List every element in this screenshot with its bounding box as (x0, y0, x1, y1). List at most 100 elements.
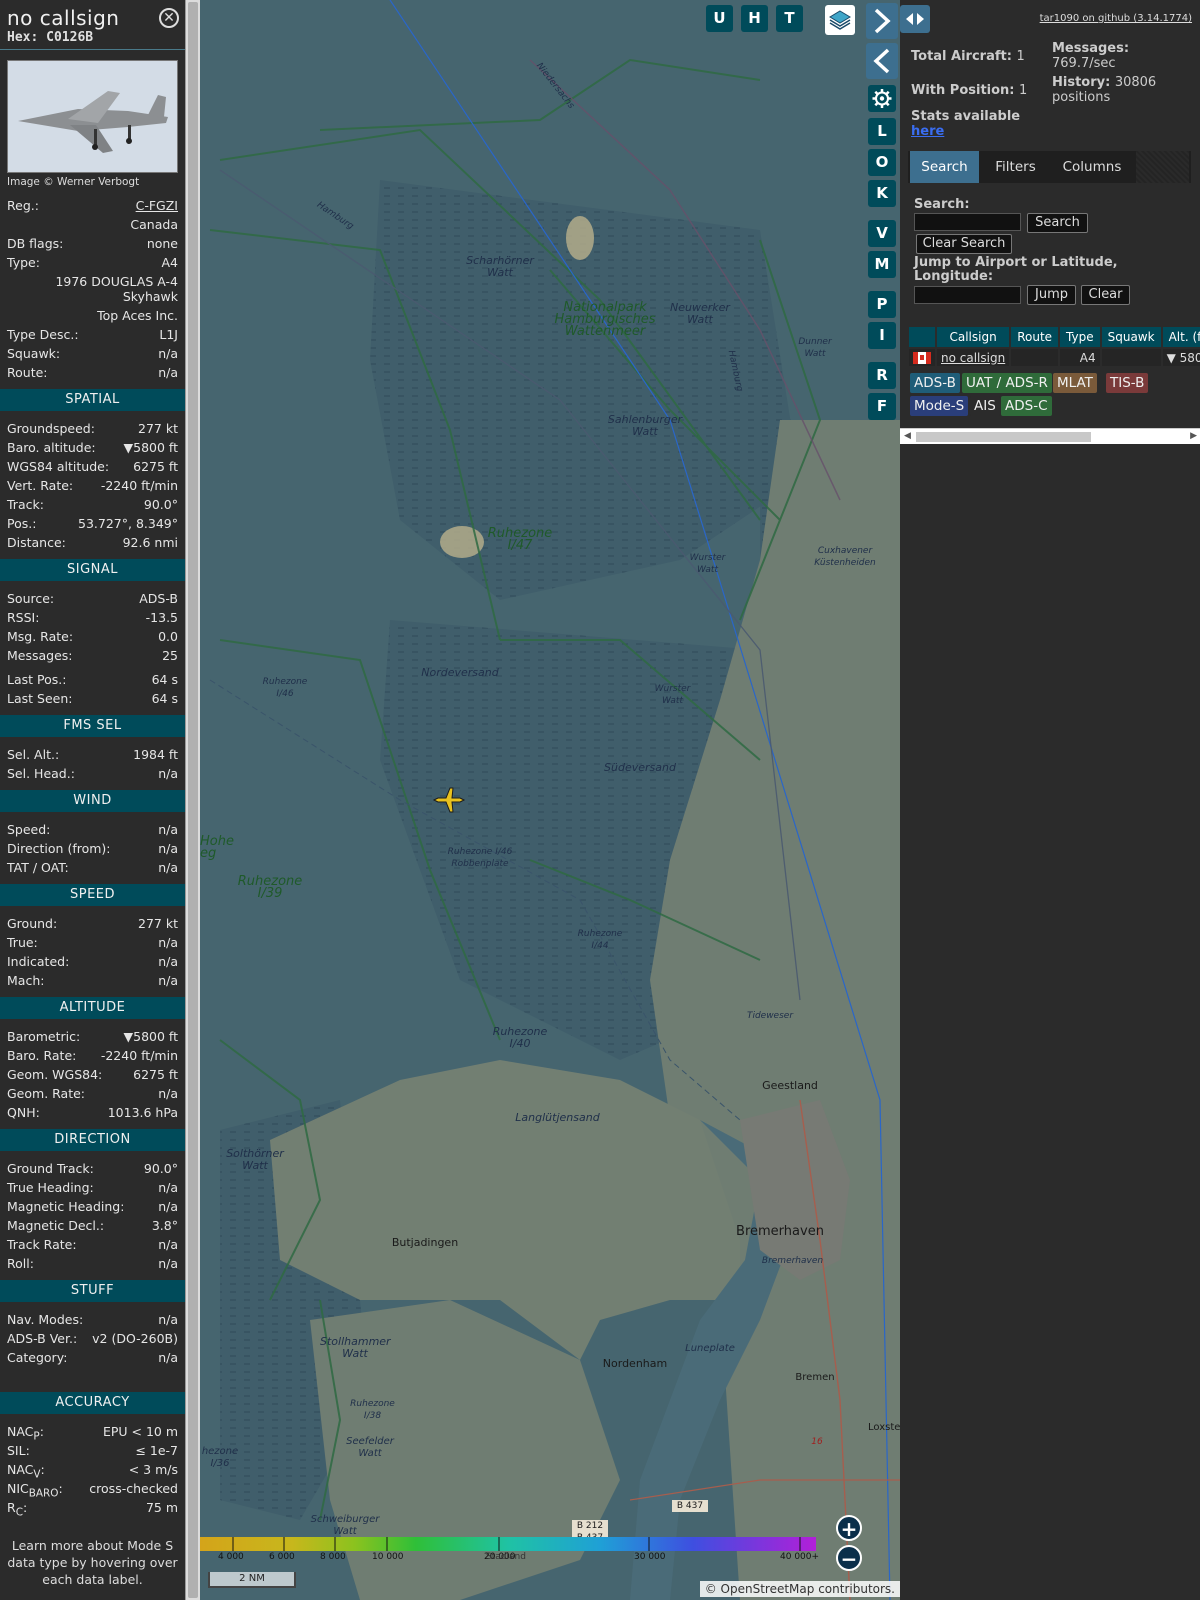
table-row[interactable]: no callsign A4 ▼ 5800 (909, 349, 1200, 366)
altitude-tick: 40 000+ (780, 1552, 820, 1562)
jump-button[interactable]: Jump (1027, 285, 1076, 305)
button-o[interactable]: O (868, 149, 896, 176)
label: Track Rate: (7, 1237, 77, 1252)
label: NACP: (7, 1424, 44, 1443)
button-k[interactable]: K (868, 180, 896, 207)
zoom-in-button[interactable]: + (836, 1515, 862, 1541)
section-altitude: ALTITUDE (0, 997, 185, 1019)
clear-search-button[interactable]: Clear Search (916, 234, 1012, 254)
info-row: Roll: n/a (0, 1254, 185, 1273)
value: n/a (158, 860, 178, 875)
info-row-route: Route: n/a (0, 363, 185, 382)
label: True: (7, 935, 38, 950)
info-row: Groundspeed: 277 kt (0, 419, 185, 438)
layers-button[interactable] (825, 5, 855, 35)
column-callsign[interactable]: Callsign (937, 327, 1010, 347)
info-row: Magnetic Decl.: 3.8° (0, 1216, 185, 1235)
aircraft-table: Callsign Route Type Squawk Alt. (ft) S n… (907, 325, 1200, 368)
button-h[interactable]: H (741, 5, 768, 32)
aircraft-info-sidebar: no callsign Hex: C0126B ✕ Image © Werner… (0, 0, 185, 1600)
source-badge: ADS-B (910, 373, 960, 393)
column-squawk[interactable]: Squawk (1101, 327, 1161, 347)
column-route[interactable]: Route (1011, 327, 1059, 347)
value: none (146, 236, 178, 251)
jump-input[interactable] (914, 286, 1021, 304)
nacv-label: NAC (7, 1462, 34, 1477)
settings-button[interactable] (868, 85, 896, 112)
scrollbar-thumb[interactable] (188, 2, 198, 1598)
total-aircraft-value: 1 (1016, 49, 1025, 64)
map-label: Ruhezone I/39 (237, 874, 303, 901)
osm-link[interactable]: OpenStreetMap (721, 1582, 815, 1596)
callsign-link[interactable]: no callsign (941, 351, 1005, 365)
info-row: Source: ADS-B (0, 589, 185, 608)
collapse-sidebar-button[interactable] (866, 43, 898, 79)
map-label: Tideweser (746, 1011, 794, 1021)
button-p[interactable]: P (868, 291, 896, 318)
value: ▼5800 ft (123, 440, 178, 455)
button-f[interactable]: F (868, 393, 896, 420)
expand-sidebar-button[interactable] (866, 3, 898, 39)
value: n/a (158, 822, 178, 837)
value: n/a (158, 346, 178, 361)
chevron-left-icon (873, 48, 890, 74)
messages-rate: Messages: 769.7/sec (1052, 41, 1192, 71)
label: Pos.: (7, 516, 37, 531)
info-row-dbflags: DB flags: none (0, 234, 185, 253)
value: 6275 ft (133, 1067, 178, 1082)
callsign-cell[interactable]: no callsign (937, 349, 1010, 366)
messages-label: Messages: (1052, 41, 1130, 56)
button-u[interactable]: U (706, 5, 733, 32)
label: Sel. Alt.: (7, 747, 60, 762)
button-v[interactable]: V (868, 220, 896, 247)
label: Last Seen: (7, 691, 73, 706)
scroll-left-icon[interactable]: ◀ (904, 431, 911, 441)
registration-link[interactable]: C-FGZI (136, 196, 178, 215)
github-link[interactable]: tar1090 on github (3.14.1774) (1040, 13, 1192, 24)
aircraft-marker-icon[interactable] (432, 786, 466, 814)
road-label: B 212 (572, 1520, 608, 1532)
tab-columns[interactable]: Columns (1052, 151, 1132, 183)
zoom-out-button[interactable]: − (836, 1545, 862, 1571)
label: QNH: (7, 1105, 40, 1120)
label: Vert. Rate: (7, 478, 74, 493)
button-l[interactable]: L (868, 118, 896, 145)
altitude-color-legend (200, 1537, 816, 1551)
tab-extra[interactable] (1136, 151, 1189, 183)
button-i[interactable]: I (868, 322, 896, 349)
toggle-panel-button[interactable] (900, 5, 930, 33)
map-view[interactable]: Scharhörner Watt Nationalpark Hamburgisc… (200, 0, 900, 1600)
label: Speed: (7, 822, 51, 837)
button-r[interactable]: R (868, 362, 896, 389)
scroll-right-icon[interactable]: ▶ (1190, 431, 1197, 441)
search-button[interactable]: Search (1027, 213, 1088, 233)
aircraft-model: 1976 DOUGLAS A-4 Skyhawk (55, 274, 178, 304)
button-t[interactable]: T (776, 5, 803, 32)
label: ADS-B Ver.: (7, 1331, 78, 1346)
button-m[interactable]: M (868, 251, 896, 278)
tab-filters[interactable]: Filters (983, 151, 1048, 183)
hex-label: Hex: (7, 30, 39, 45)
column-type[interactable]: Type (1060, 327, 1100, 347)
label: Geom. Rate: (7, 1086, 86, 1101)
stats-link[interactable]: here (911, 124, 944, 139)
scrollbar-thumb[interactable] (916, 432, 1091, 442)
sidebar-scrollbar[interactable] (185, 0, 200, 1600)
search-input[interactable] (914, 213, 1021, 231)
column-altitude[interactable]: Alt. (ft) (1162, 327, 1200, 347)
value: n/a (158, 1086, 178, 1101)
nacp-label: NAC (7, 1424, 34, 1439)
tab-search[interactable]: Search (910, 151, 979, 183)
map-scale-bar: 2 NM (208, 1572, 296, 1588)
label: Messages: (7, 648, 73, 663)
info-row: Mach: n/a (0, 971, 185, 990)
info-row-nacv: NACV: < 3 m/s (0, 1460, 185, 1481)
aircraft-photo[interactable] (7, 60, 178, 173)
value: 92.6 nmi (122, 535, 178, 550)
stuff-rows: Nav. Modes: n/a ADS-B Ver.: v2 (DO-260B) Cat… (0, 1310, 185, 1367)
close-icon[interactable]: ✕ (159, 8, 179, 28)
clear-button[interactable]: Clear (1081, 285, 1130, 305)
table-horizontal-scrollbar[interactable]: ◀ ▶ (900, 428, 1200, 444)
total-aircraft: Total Aircraft: 1 (911, 49, 1025, 64)
value: 25 (162, 648, 178, 663)
